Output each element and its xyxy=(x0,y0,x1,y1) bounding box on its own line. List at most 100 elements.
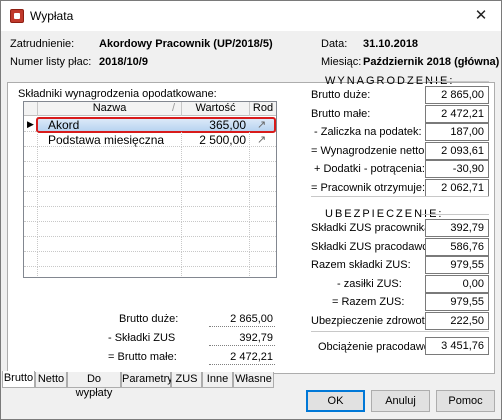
list-number-label: Numer listy płac: xyxy=(10,56,92,68)
row-label: Składki ZUS pracownika: xyxy=(311,222,434,234)
row-label: - zasiłki ZUS: xyxy=(337,277,402,290)
row-indicator xyxy=(24,192,38,207)
name-cell xyxy=(38,147,182,162)
row-value: 392,79 xyxy=(425,219,489,237)
summary-brutto-male-label: = Brutto małe: xyxy=(108,351,177,363)
value-cell xyxy=(182,267,250,277)
employer-cost-value: 3 451,76 xyxy=(425,337,489,355)
window-title: Wypłata xyxy=(30,9,74,23)
table-row xyxy=(24,252,276,267)
client-area: Zatrudnienie: Akordowy Pracownik (UP/201… xyxy=(1,31,501,420)
table-row xyxy=(24,222,276,237)
tab-brutto[interactable]: Brutto xyxy=(2,371,35,388)
row-label: Brutto małe: xyxy=(311,107,371,120)
divider xyxy=(311,196,489,197)
tab-wlasne[interactable]: Własne xyxy=(233,372,274,388)
table-row[interactable]: Podstawa miesięczna 2 500,00 ↗ xyxy=(24,132,276,147)
grid-header-value[interactable]: Wartość xyxy=(182,102,250,116)
value-cell xyxy=(182,192,250,207)
divider xyxy=(421,214,489,215)
row-label: = Razem ZUS: xyxy=(332,296,405,308)
name-cell xyxy=(38,222,182,237)
table-row xyxy=(24,207,276,222)
row-marker-icon: ▶ xyxy=(27,119,34,129)
rod-cell xyxy=(250,162,276,177)
taxed-components-title: Składniki wynagrodzenia opodatkowane: xyxy=(18,88,217,100)
row-value: 222,50 xyxy=(425,311,489,330)
ok-button[interactable]: OK xyxy=(306,390,365,412)
name-cell xyxy=(38,162,182,177)
components-grid[interactable]: Nazwa / Wartość Rod ▶ Akord 365,00 ↗ Podstaw… xyxy=(23,101,277,278)
value-cell xyxy=(182,252,250,267)
row-indicator xyxy=(24,177,38,192)
month-label: Miesiąc: xyxy=(321,56,362,68)
app-icon xyxy=(10,9,24,23)
row-value: 2 472,21 xyxy=(425,104,489,123)
row-value: 187,00 xyxy=(425,123,489,141)
date-value: 31.10.2018 xyxy=(363,38,419,50)
tab-do-wyplaty[interactable]: Do wypłaty xyxy=(67,372,121,399)
title-bar: Wypłata ✕ xyxy=(1,1,501,31)
rod-cell xyxy=(250,192,276,207)
row-label: = Wynagrodzenie netto: xyxy=(311,144,428,157)
divider xyxy=(209,326,275,327)
table-row xyxy=(24,192,276,207)
grid-body: ▶ Akord 365,00 ↗ Podstawa miesięczna 2 500,00… xyxy=(24,117,276,277)
name-cell xyxy=(38,177,182,192)
grid-header-indicator xyxy=(24,102,38,116)
rod-cell xyxy=(250,252,276,267)
divider xyxy=(209,345,275,346)
row-value: 979,55 xyxy=(425,256,489,274)
rod-cell xyxy=(250,267,276,277)
row-indicator xyxy=(24,267,38,277)
help-button[interactable]: Pomoc xyxy=(436,390,495,412)
arrow-icon[interactable]: ↗ xyxy=(257,118,266,131)
rod-cell xyxy=(250,177,276,192)
tab-parametry[interactable]: Parametry xyxy=(121,372,173,388)
name-cell xyxy=(38,267,182,277)
row-value: -30,90 xyxy=(425,160,489,178)
table-row[interactable]: ▶ Akord 365,00 ↗ xyxy=(24,117,276,133)
row-indicator xyxy=(24,237,38,252)
grid-header: Nazwa / Wartość Rod xyxy=(24,102,276,116)
tab-inne[interactable]: Inne xyxy=(202,372,233,388)
rod-cell xyxy=(250,222,276,237)
row-value: 2 093,61 xyxy=(425,141,489,160)
row-value: 0,00 xyxy=(425,274,489,293)
component-value: 365,00 xyxy=(209,118,246,132)
row-indicator xyxy=(24,222,38,237)
row-label: Razem składki ZUS: xyxy=(311,259,411,271)
table-row xyxy=(24,177,276,192)
value-cell xyxy=(182,162,250,177)
divider xyxy=(427,81,489,82)
row-value: 2 865,00 xyxy=(425,86,489,104)
sort-indicator-icon: / xyxy=(171,102,175,114)
name-cell xyxy=(38,207,182,222)
close-button[interactable]: ✕ xyxy=(465,4,497,28)
row-label: Składki ZUS pracodawcy: xyxy=(311,240,437,253)
arrow-icon[interactable]: ↗ xyxy=(257,133,266,146)
summary-brutto-duze-value: 2 865,00 xyxy=(230,313,273,325)
grid-header-rod[interactable]: Rod xyxy=(250,102,276,116)
row-indicator xyxy=(24,207,38,222)
row-value: 2 062,71 xyxy=(425,178,489,197)
component-name: Akord xyxy=(48,118,80,132)
row-label: Brutto duże: xyxy=(311,89,371,101)
row-value: 586,76 xyxy=(425,237,489,256)
divider xyxy=(311,331,489,332)
rod-cell xyxy=(250,207,276,222)
cancel-button[interactable]: Anuluj xyxy=(371,390,430,412)
row-label: Ubezpieczenie zdrowotne: xyxy=(311,314,441,327)
summary-brutto-male-value: 2 472,21 xyxy=(230,351,273,363)
tab-zus[interactable]: ZUS xyxy=(171,372,202,388)
row-value: 979,55 xyxy=(425,293,489,311)
payroll-window: Wypłata ✕ Zatrudnienie: Akordowy Pracown… xyxy=(0,0,502,420)
rod-cell xyxy=(250,147,276,162)
list-number-value: 2018/10/9 xyxy=(99,56,148,68)
tab-netto[interactable]: Netto xyxy=(35,372,67,388)
grid-header-name[interactable]: Nazwa / xyxy=(38,102,182,116)
month-value: Październik 2018 (główna) xyxy=(363,56,500,68)
name-cell xyxy=(38,192,182,207)
divider xyxy=(209,364,275,365)
value-cell xyxy=(182,237,250,252)
